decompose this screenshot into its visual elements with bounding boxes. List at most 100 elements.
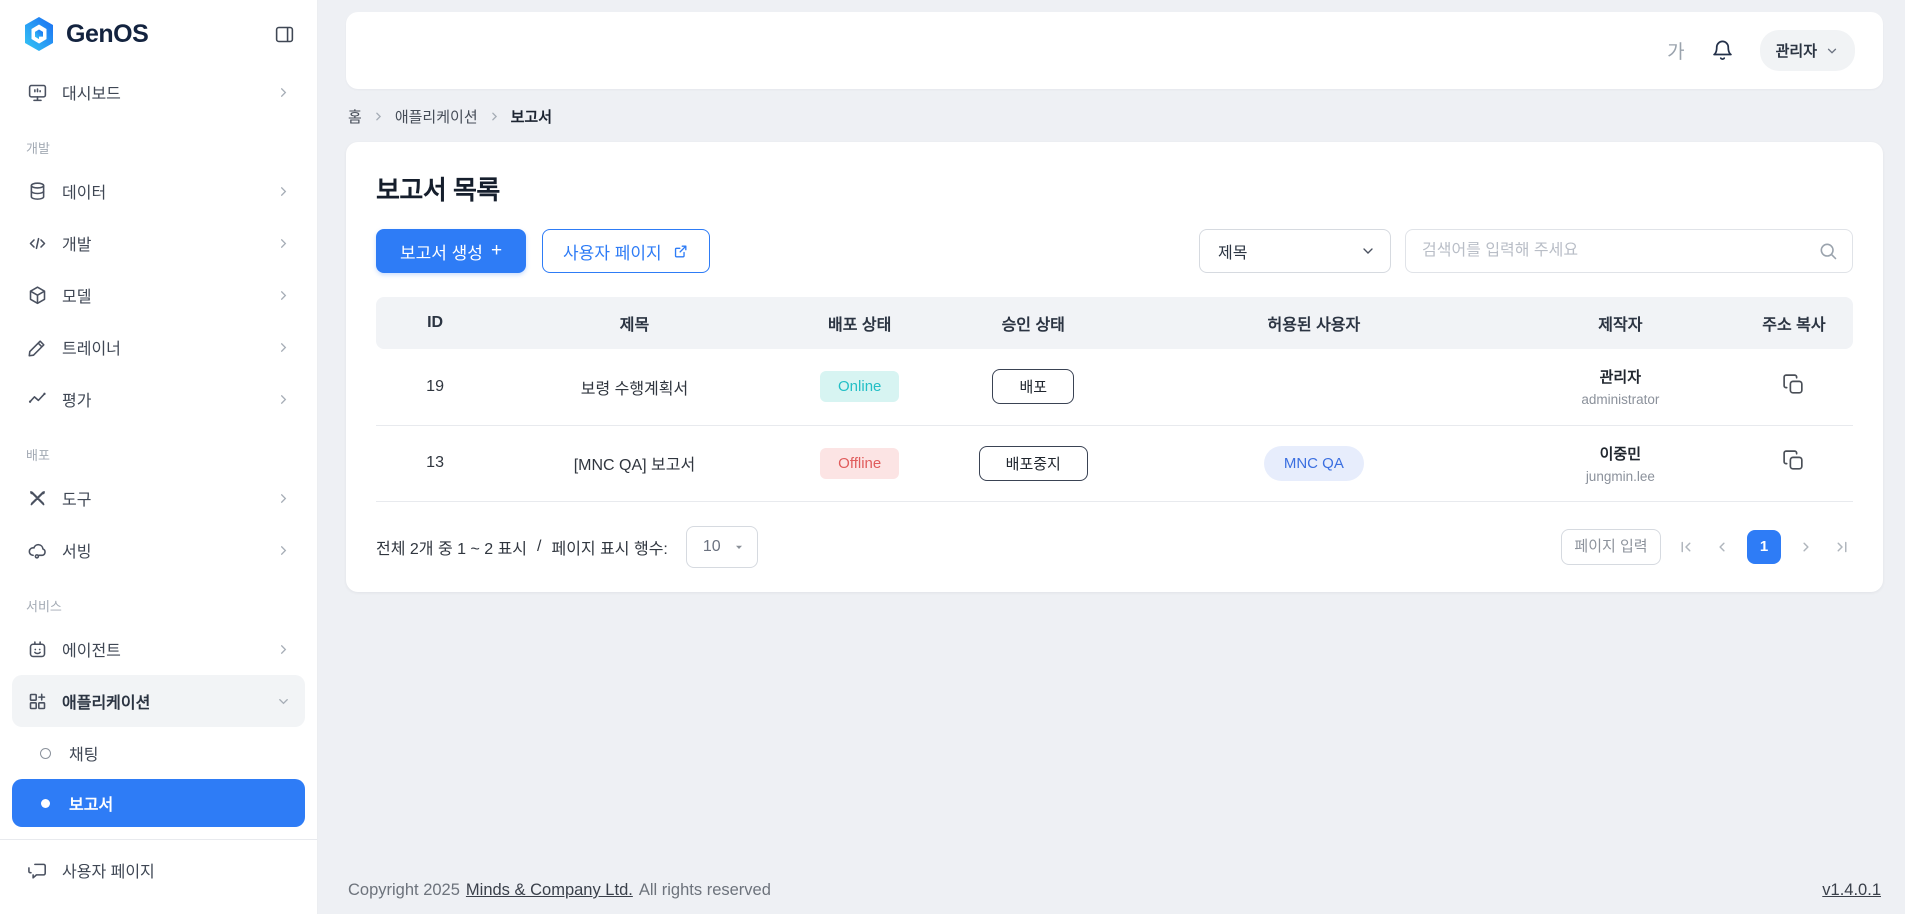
search-field-select[interactable]: 제목: [1199, 229, 1391, 273]
genos-logo-icon: [22, 16, 56, 52]
sidebar-collapse-icon[interactable]: [272, 22, 297, 47]
create-report-button[interactable]: 보고서 생성 +: [376, 229, 527, 273]
column-header-copy-url: 주소 복사: [1734, 297, 1853, 349]
last-page-icon[interactable]: [1831, 536, 1853, 558]
app-grid-plus-icon: [26, 691, 48, 712]
table-row: 19 보령 수행계획서 Online 배포 관리자 administrator: [376, 349, 1853, 426]
user-page-button[interactable]: 사용자 페이지: [542, 229, 710, 273]
dashboard-icon: [26, 82, 48, 103]
sidebar-header: GenOS: [12, 0, 305, 66]
cell-creator: 관리자 administrator: [1505, 349, 1735, 426]
previous-page-icon[interactable]: [1711, 536, 1733, 558]
column-header-creator: 제작자: [1505, 297, 1735, 349]
chevron-right-icon: [276, 85, 291, 100]
sidebar-item-data[interactable]: 데이터: [12, 165, 305, 217]
sidebar-item-label: 대시보드: [62, 86, 121, 103]
column-header-deploy-status: 배포 상태: [774, 297, 945, 349]
breadcrumb-home[interactable]: 홈: [348, 106, 362, 127]
creator-id: administrator: [1581, 392, 1660, 408]
copy-url-button[interactable]: [1781, 372, 1806, 397]
report-list-card: 보고서 목록 보고서 생성 + 사용자 페이지 제목 검색어를 입력해 주세요 …: [346, 142, 1883, 592]
search-field-value: 제목: [1218, 245, 1248, 262]
copyright-prefix: Copyright 2025: [348, 881, 460, 899]
next-page-icon[interactable]: [1795, 536, 1817, 558]
external-link-icon: [672, 243, 689, 260]
sidebar-item-label: 개발: [62, 237, 92, 254]
sidebar-item-label: 데이터: [62, 185, 107, 202]
sidebar-section-dev: 개발: [26, 141, 50, 156]
sidebar-section-service: 서비스: [26, 599, 62, 614]
creator-name: 관리자: [1599, 369, 1642, 387]
pagination-summary-group: 전체 2개 중 1 ~ 2 표시 / 페이지 표시 행수: 10: [376, 525, 758, 568]
sidebar-item-label: 사용자 페이지: [62, 864, 155, 881]
breadcrumb-application[interactable]: 애플리케이션: [395, 106, 478, 127]
chevron-right-icon: [276, 340, 291, 355]
table-row: 13 [MNC QA] 보고서 Offline 배포중지 MNC QA 이중민 …: [376, 425, 1853, 502]
notification-bell-icon[interactable]: [1711, 39, 1734, 62]
page-title: 보고서 목록: [376, 175, 500, 205]
copy-url-button[interactable]: [1781, 448, 1806, 473]
creator-id: jungmin.lee: [1585, 468, 1655, 484]
top-header: 가 관리자: [346, 12, 1883, 89]
sidebar-item-trainer[interactable]: 트레이너: [12, 321, 305, 373]
version-link[interactable]: v1.4.0.1: [1822, 881, 1881, 900]
code-icon: [26, 233, 48, 254]
rows-per-page-label: 페이지 표시 행수:: [551, 540, 668, 558]
chevron-right-icon: [276, 392, 291, 407]
company-link[interactable]: Minds & Company Ltd.: [466, 881, 633, 900]
footer: Copyright 2025 Minds & Company Ltd. All …: [346, 881, 1883, 914]
tools-icon: [26, 488, 48, 509]
sidebar-item-agent[interactable]: 에이전트: [12, 623, 305, 675]
sidebar-item-label: 평가: [62, 393, 92, 410]
sidebar-item-label: 애플리케이션: [62, 695, 151, 712]
sidebar-item-label: 서빙: [62, 544, 92, 561]
current-page-button[interactable]: 1: [1747, 529, 1781, 564]
chevron-down-icon: [1360, 243, 1376, 259]
sidebar-subitem-label: 보고서: [69, 797, 114, 814]
report-table: ID 제목 배포 상태 승인 상태 허용된 사용자 제작자 주소 복사 19 보…: [376, 297, 1853, 502]
sidebar-item-serving[interactable]: 서빙: [12, 524, 305, 576]
logo: GenOS: [22, 16, 149, 52]
chevron-right-icon: [276, 236, 291, 251]
sidebar-item-dashboard[interactable]: 대시보드: [12, 66, 305, 118]
table-head: ID 제목 배포 상태 승인 상태 허용된 사용자 제작자 주소 복사: [376, 297, 1853, 349]
font-size-toggle[interactable]: 가: [1667, 37, 1684, 64]
sidebar-subitem-chat[interactable]: 채팅: [12, 729, 305, 777]
sidebar: GenOS 대시보드 개발 데이터 개발 모델 트레이너 평가 배포 도구 서빙…: [0, 0, 318, 914]
column-header-id: ID: [376, 297, 495, 349]
sidebar-section-deploy: 배포: [26, 448, 50, 463]
sidebar-item-user-page[interactable]: 사용자 페이지: [12, 844, 305, 896]
cloud-icon: [26, 540, 48, 561]
search-input[interactable]: [1422, 242, 1818, 260]
approval-status-button[interactable]: 배포: [992, 369, 1075, 405]
sidebar-subitem-label: 채팅: [69, 747, 99, 764]
creator-name: 이중민: [1599, 445, 1642, 463]
sidebar-item-label: 에이전트: [62, 643, 121, 660]
pagination-row: 전체 2개 중 1 ~ 2 표시 / 페이지 표시 행수: 10 페이지 입력 …: [376, 525, 1853, 568]
sidebar-item-application[interactable]: 애플리케이션: [12, 675, 305, 727]
column-header-allowed-users: 허용된 사용자: [1121, 297, 1506, 349]
sidebar-item-model[interactable]: 모델: [12, 269, 305, 321]
sidebar-item-develop[interactable]: 개발: [12, 217, 305, 269]
plus-icon: +: [490, 240, 503, 261]
logo-text: GenOS: [66, 19, 149, 48]
pagination-separator: /: [537, 537, 542, 555]
rows-per-page-select[interactable]: 10: [685, 525, 758, 568]
page-number-input[interactable]: [1561, 528, 1661, 565]
search-icon[interactable]: [1818, 241, 1838, 261]
cell-id: 13: [376, 425, 495, 502]
sidebar-item-evaluation[interactable]: 평가: [12, 373, 305, 425]
sidebar-divider: [0, 839, 317, 840]
chevron-right-icon: [276, 288, 291, 303]
first-page-icon[interactable]: [1675, 536, 1697, 558]
approval-status-button[interactable]: 배포중지: [978, 445, 1088, 481]
bullet-dot-icon: [41, 798, 50, 808]
agent-icon: [26, 639, 48, 660]
chevron-right-icon: [276, 184, 291, 199]
status-badge: Online: [820, 371, 900, 403]
chevron-down-icon: [1825, 44, 1839, 58]
dropdown-triangle-icon: [733, 541, 745, 553]
sidebar-subitem-report[interactable]: 보고서: [12, 779, 305, 827]
sidebar-item-tools[interactable]: 도구: [12, 472, 305, 524]
user-menu-button[interactable]: 관리자: [1759, 30, 1855, 71]
